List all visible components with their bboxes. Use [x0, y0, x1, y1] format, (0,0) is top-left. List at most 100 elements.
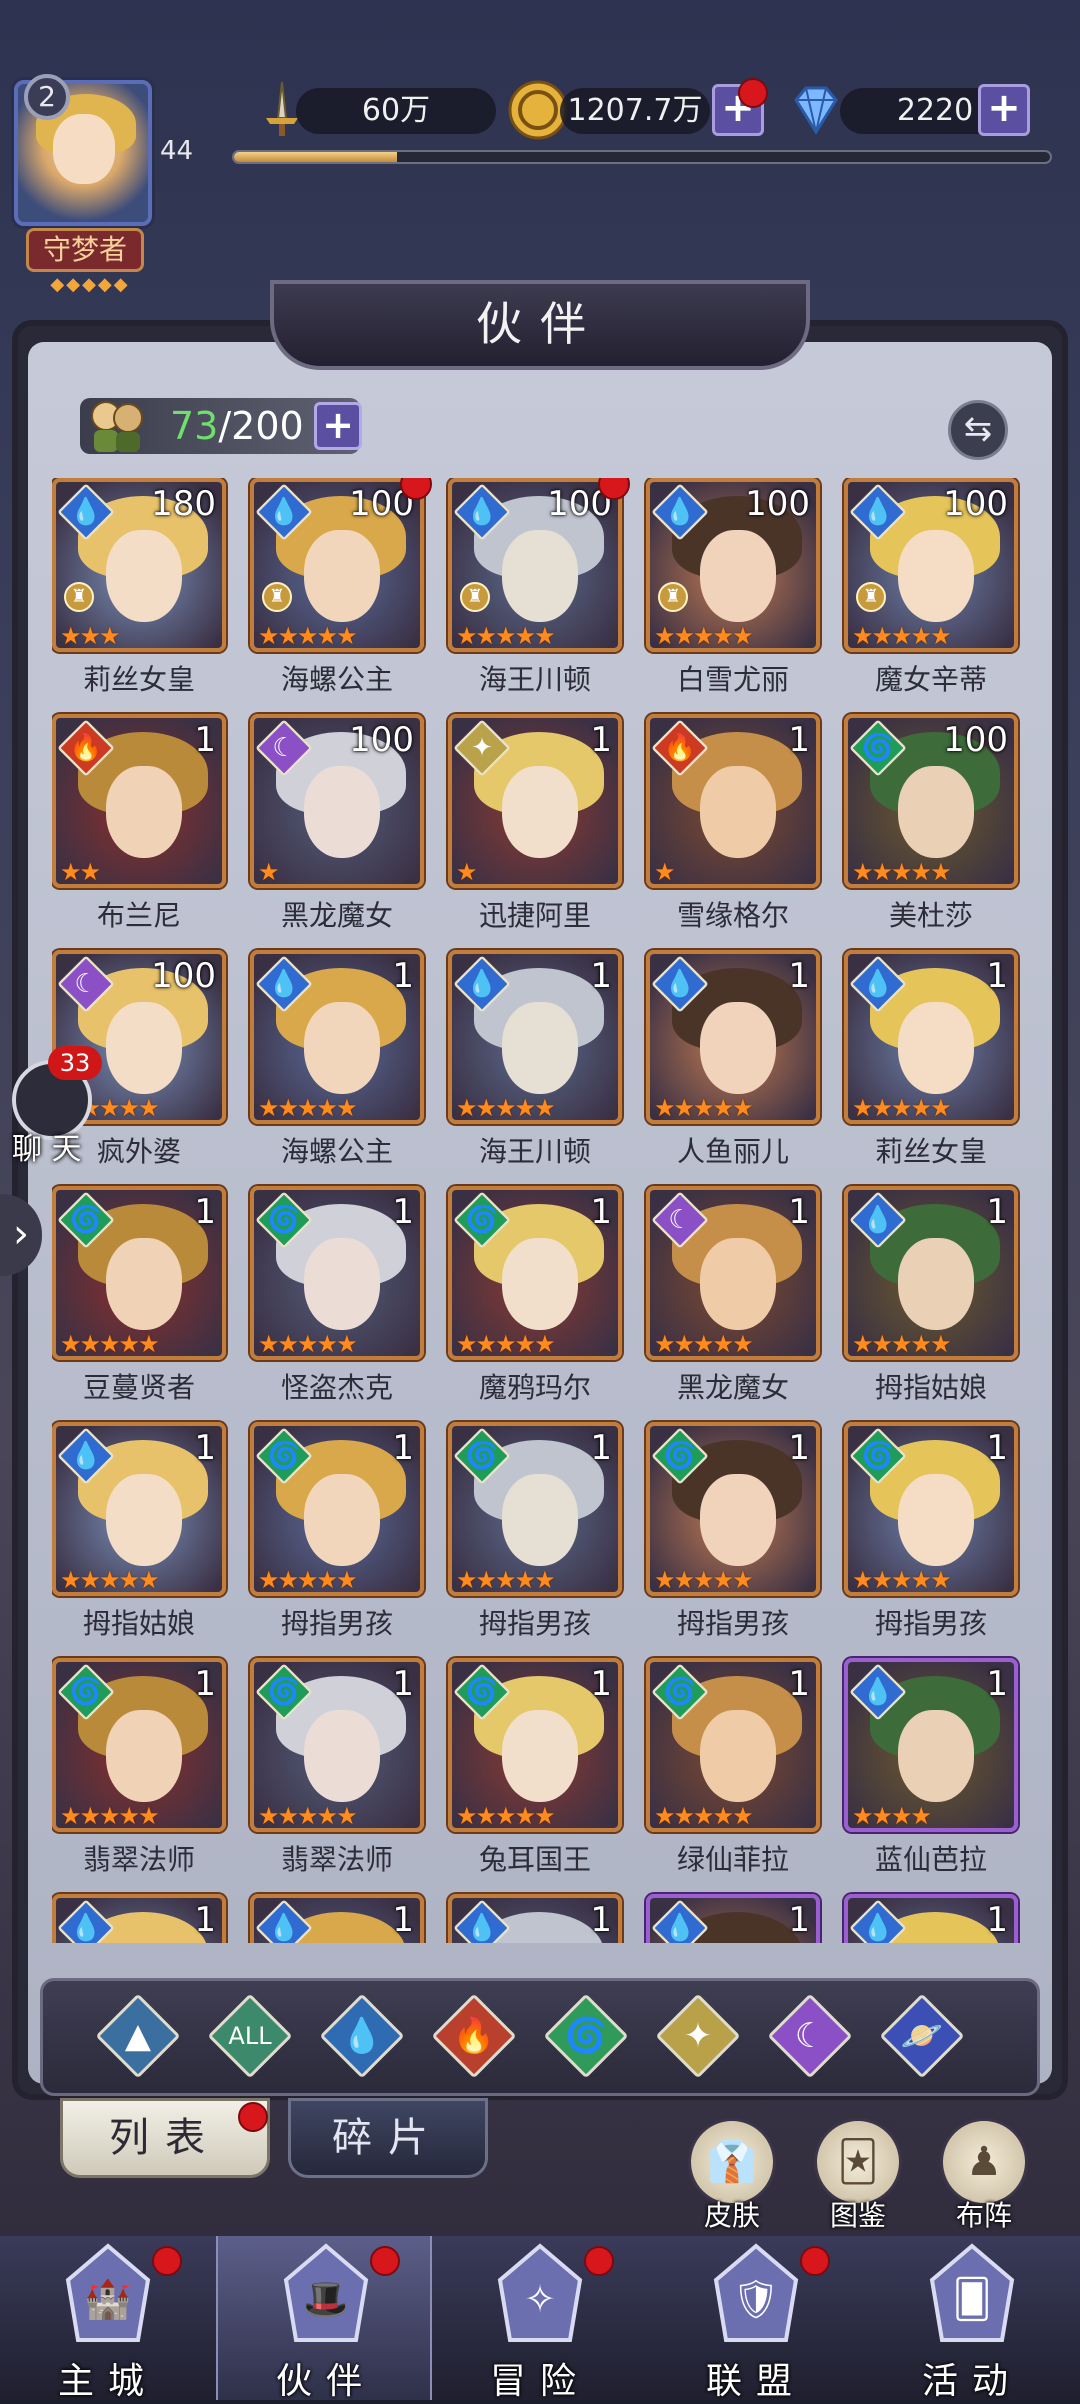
companion-card[interactable]: ☾ 1 ★★★★★ 黑龙魔女 — [646, 1186, 820, 1422]
companion-level: 100 — [151, 956, 216, 996]
companion-card[interactable]: 💧 1 — [646, 1894, 820, 1943]
nav-companions[interactable]: 🎩 伙伴 — [216, 2236, 432, 2402]
companion-card[interactable]: 🔥 1 ★★ 布兰尼 — [52, 714, 226, 950]
companion-stars: ★ — [258, 858, 279, 886]
companion-card[interactable]: 💧 1 — [448, 1894, 622, 1943]
chat-unread-badge: 33 — [48, 1046, 102, 1080]
companion-card[interactable]: 🌀 1 ★★★★★ 拇指男孩 — [844, 1422, 1018, 1658]
wind-element-icon: 🌀 — [861, 1441, 895, 1471]
companion-stars: ★★★★★ — [456, 1094, 556, 1122]
companion-stars: ★★★★★ — [654, 622, 754, 650]
filter-fire-icon[interactable]: 🔥 — [428, 1990, 520, 2082]
companion-portrait: 💧 1 ★★★★★ — [250, 950, 424, 1124]
companion-card[interactable]: 💧 1 ★★★★★ 海王川顿 — [448, 950, 622, 1186]
companion-card[interactable]: 💧 1 — [52, 1894, 226, 1943]
companion-level: 100 — [943, 484, 1008, 524]
title-stars: ◆◆◆◆◆ — [50, 274, 130, 295]
companion-card[interactable]: 💧 100 ♜ ★★★★★ 白雪尤丽 — [646, 478, 820, 714]
companion-card[interactable]: 🌀 1 ★★★★★ 绿仙菲拉 — [646, 1658, 820, 1894]
filter-dark-icon[interactable]: ☾ — [764, 1990, 856, 2082]
companion-name: 豆蔓贤者 — [82, 1371, 195, 1404]
wind-element-icon: 🌀 — [69, 1677, 103, 1707]
companion-card[interactable]: 🌀 1 ★★★★★ 怪盗杰克 — [250, 1186, 424, 1422]
companion-name: 怪盗杰克 — [280, 1371, 393, 1404]
companion-card[interactable]: 💧 1 ★★★★★ 拇指姑娘 — [52, 1422, 226, 1658]
companion-card[interactable]: 💧 100 ♜ ★★★★★ 海王川顿 — [448, 478, 630, 714]
companion-name: 绿仙菲拉 — [676, 1843, 789, 1876]
formation-label: 布阵 — [955, 2199, 1012, 2232]
chat-button[interactable]: 33 聊 天 — [8, 1046, 102, 1167]
companion-card[interactable]: 🌀 1 ★★★★★ 豆蔓贤者 — [52, 1186, 226, 1422]
tab-fragments[interactable]: 碎片 — [288, 2098, 488, 2178]
companion-stars: ★★★★★ — [654, 1802, 754, 1830]
chat-label: 聊 天 — [12, 1132, 82, 1167]
companion-stars: ★★★★★ — [258, 1802, 358, 1830]
expand-capacity-button[interactable]: + — [314, 402, 362, 450]
crest-icon: ♜ — [856, 582, 886, 612]
formation-button[interactable]: ♟ 布阵 — [932, 2118, 1036, 2232]
water-element-icon: 💧 — [465, 1913, 499, 1943]
companion-card[interactable]: 💧 1 ★★★★★ 拇指姑娘 — [844, 1186, 1018, 1422]
companion-level: 1 — [788, 1192, 810, 1232]
filter-water-icon[interactable]: 💧 — [316, 1990, 408, 2082]
companion-level: 1 — [194, 720, 216, 760]
nav-alliance-label: 联盟 — [705, 2361, 806, 2402]
xp-bar — [232, 150, 1052, 164]
companion-card[interactable]: 🌀 1 ★★★★★ 翡翠法师 — [250, 1658, 424, 1894]
companion-portrait: 💧 180 ♜ ★★★ — [52, 478, 226, 652]
companion-card[interactable]: 🔥 1 ★ 雪缘格尔 — [646, 714, 820, 950]
player-level-badge: 2 — [24, 74, 70, 120]
companion-card[interactable]: 💧 1 ★★★★★ 海螺公主 — [250, 950, 424, 1186]
nav-events[interactable]: 🂠 活动 — [864, 2236, 1080, 2402]
companion-stars: ★★★★★ — [258, 1094, 358, 1122]
companion-portrait: 💧 1 ★★★★★ — [52, 1422, 226, 1596]
companion-name: 拇指男孩 — [676, 1607, 789, 1640]
companion-stars: ★★★★★ — [60, 1330, 160, 1358]
nav-adventure[interactable]: ✧ 冒险 — [432, 2236, 648, 2402]
companion-stars: ★★★★★ — [852, 1566, 952, 1594]
nav-alliance[interactable]: 🛡 联盟 — [648, 2236, 864, 2402]
companion-card[interactable]: 🌀 1 ★★★★★ 拇指男孩 — [250, 1422, 424, 1658]
wind-element-icon: 🌀 — [663, 1441, 697, 1471]
companion-card[interactable]: 🌀 1 ★★★★★ 兔耳国王 — [448, 1658, 622, 1894]
companion-level: 1 — [194, 1664, 216, 1704]
companion-level: 1 — [590, 1664, 612, 1704]
companion-level: 1 — [590, 1192, 612, 1232]
companion-name: 黑龙魔女 — [676, 1371, 789, 1404]
companion-name: 莉丝女皇 — [874, 1135, 987, 1168]
companion-portrait: 💧 100 ♜ ★★★★★ — [646, 478, 820, 652]
nav-main-city-label: 主城 — [57, 2361, 158, 2402]
filter-planet-icon[interactable]: 🪐 — [876, 1990, 968, 2082]
companion-card[interactable]: 💧 100 ♜ ★★★★★ 海螺公主 — [250, 478, 432, 714]
companion-card[interactable]: ✦ 1 ★ 迅捷阿里 — [448, 714, 622, 950]
companion-card[interactable]: 💧 180 ♜ ★★★ 莉丝女皇 — [52, 478, 226, 714]
companion-level: 1 — [986, 956, 1008, 996]
nav-main-city[interactable]: 🏰 主城 — [0, 2236, 216, 2402]
codex-button[interactable]: 🃏 图鉴 — [806, 2118, 910, 2232]
companion-stars: ★★★★★ — [654, 1330, 754, 1358]
companion-card[interactable]: 💧 1 — [844, 1894, 1018, 1943]
companion-portrait: 💧 1 — [52, 1894, 226, 1943]
filter-all[interactable]: ALL — [204, 1990, 296, 2082]
companion-card[interactable]: 💧 1 ★★★★★ 莉丝女皇 — [844, 950, 1018, 1186]
filter-wind-icon[interactable]: 🌀 — [540, 1990, 632, 2082]
sort-toggle-button[interactable]: ⇆ — [948, 400, 1008, 460]
companion-card[interactable]: 💧 1 — [250, 1894, 424, 1943]
companion-card[interactable]: 💧 100 ♜ ★★★★★ 魔女辛蒂 — [844, 478, 1018, 714]
companion-card[interactable]: 💧 1 ★★★★★ 人鱼丽儿 — [646, 950, 820, 1186]
companion-card[interactable]: 🌀 1 ★★★★★ 拇指男孩 — [646, 1422, 820, 1658]
nav-events-icon: 🂠 — [929, 2243, 1015, 2342]
companion-card[interactable]: ☾ 100 ★ 黑龙魔女 — [250, 714, 424, 950]
companion-level: 100 — [943, 720, 1008, 760]
companion-card[interactable]: 🌀 1 ★★★★★ 魔鸦玛尔 — [448, 1186, 622, 1422]
add-gems-button[interactable]: + — [978, 84, 1030, 136]
companion-card[interactable]: 🌀 1 ★★★★★ 拇指男孩 — [448, 1422, 622, 1658]
companion-name: 蓝仙芭拉 — [874, 1843, 987, 1876]
companion-card[interactable]: 🌀 100 ★★★★★ 美杜莎 — [844, 714, 1018, 950]
filter-all-elements-icon[interactable]: ▲ — [92, 1990, 184, 2082]
companion-card[interactable]: 💧 1 ★★★★ 蓝仙芭拉 — [844, 1658, 1018, 1894]
skins-button[interactable]: 👔 皮肤 — [680, 2118, 784, 2232]
companion-level: 1 — [986, 1664, 1008, 1704]
filter-light-icon[interactable]: ✦ — [652, 1990, 744, 2082]
companion-card[interactable]: 🌀 1 ★★★★★ 翡翠法师 — [52, 1658, 226, 1894]
